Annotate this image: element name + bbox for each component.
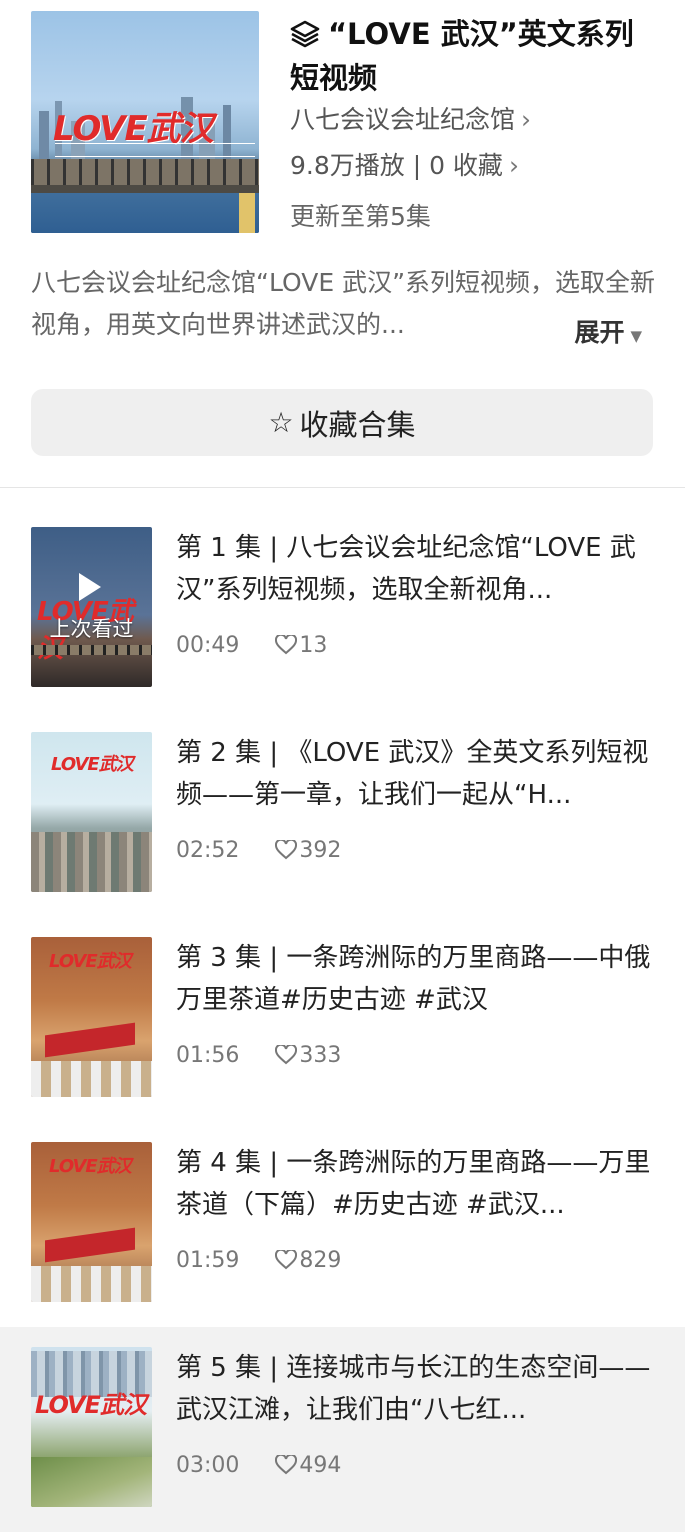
episode-likes: 829 (299, 1248, 342, 1273)
bridge-illustration (31, 645, 152, 655)
collection-title-block: “LOVE 武汉”英文系列短视频 (290, 14, 660, 98)
episode-meta: 00:49 13 (176, 633, 327, 661)
episode-likes: 333 (299, 1043, 342, 1068)
city-illustration (31, 832, 152, 892)
episode-meta: 01:59 829 (176, 1248, 341, 1276)
divider (0, 487, 685, 488)
building-illustration (31, 1266, 152, 1302)
cover-subtitle-band (55, 143, 255, 157)
episode-title: 第 3 集 | 一条跨洲际的万里商路——中俄万里茶道#历史古迹 #武汉 (176, 943, 651, 1015)
thumb-logo: LOVE武汉 (35, 1391, 147, 1419)
river-illustration (31, 193, 259, 233)
favorite-collection-button[interactable]: ☆ 收藏合集 (31, 389, 653, 456)
star-icon: ☆ (268, 406, 294, 439)
heart-icon (275, 838, 298, 866)
stats-link[interactable]: 9.8万播放 | 0 收藏 › (290, 146, 519, 182)
episode-item-current[interactable]: LOVE武汉 第 5 集 | 连接城市与长江的生态空间——武汉江滩，让我们由“八… (0, 1327, 685, 1532)
heart-icon (275, 633, 298, 661)
author-link[interactable]: 八七会议会址纪念馆 › (290, 100, 531, 136)
expand-label: 展开 (574, 318, 625, 347)
red-banner-illustration (45, 1022, 135, 1058)
play-favorite-stats: 9.8万播放 | 0 收藏 (290, 151, 503, 180)
episode-item[interactable]: LOVE武汉 上次看过 第 1 集 | 八七会议会址纪念馆“LOVE 武汉”系列… (0, 507, 685, 712)
play-icon (79, 573, 101, 601)
thumb-logo: LOVE武汉 (49, 951, 132, 972)
thumb-logo: LOVE武汉 (51, 754, 134, 775)
collection-cover[interactable]: LOVE武汉 (31, 11, 259, 233)
episode-title: 第 5 集 | 连接城市与长江的生态空间——武汉江滩，让我们由“八七红... (176, 1353, 651, 1425)
episode-thumbnail: LOVE武汉 (31, 732, 152, 892)
episode-duration: 03:00 (176, 1453, 240, 1478)
collection-description: 八七会议会址纪念馆“LOVE 武汉”系列短视频，选取全新视角，用英文向世界讲述武… (31, 262, 656, 357)
episode-thumbnail: LOVE武汉 (31, 937, 152, 1097)
red-banner-illustration (45, 1227, 135, 1263)
episode-meta: 01:56 333 (176, 1043, 341, 1071)
episode-item[interactable]: LOVE武汉 第 4 集 | 一条跨洲际的万里商路——万里茶道（下篇）#历史古迹… (0, 1122, 685, 1327)
building-illustration (31, 1061, 152, 1097)
thumb-logo: LOVE武汉 (49, 1156, 132, 1177)
update-status: 更新至第5集 (290, 202, 431, 231)
heart-icon (275, 1248, 298, 1276)
collection-title: “LOVE 武汉”英文系列短视频 (290, 17, 634, 95)
heart-icon (275, 1043, 298, 1071)
episode-likes: 494 (299, 1453, 342, 1478)
episode-item[interactable]: LOVE武汉 第 3 集 | 一条跨洲际的万里商路——中俄万里茶道#历史古迹 #… (0, 917, 685, 1122)
episode-duration: 02:52 (176, 838, 240, 863)
episode-duration: 01:59 (176, 1248, 240, 1273)
episode-likes: 13 (299, 633, 328, 658)
chevron-right-icon: › (521, 105, 532, 134)
last-watched-badge: 上次看过 (49, 617, 134, 641)
episode-item[interactable]: LOVE武汉 第 2 集 | 《LOVE 武汉》全英文系列短视频——第一章，让我… (0, 712, 685, 917)
author-name: 八七会议会址纪念馆 (290, 105, 516, 134)
episode-thumbnail: LOVE武汉 上次看过 (31, 527, 152, 687)
episode-thumbnail: LOVE武汉 (31, 1142, 152, 1302)
stack-icon (290, 18, 320, 58)
episode-title: 第 2 集 | 《LOVE 武汉》全英文系列短视频——第一章，让我们一起从“H.… (176, 738, 649, 810)
description-text: 八七会议会址纪念馆“LOVE 武汉”系列短视频，选取全新视角，用英文向世界讲述武… (31, 268, 656, 339)
bridge-illustration (31, 159, 259, 187)
expand-button[interactable]: 展开 ▼ (570, 312, 642, 357)
bridge-pillar (239, 193, 255, 233)
episode-meta: 03:00 494 (176, 1453, 341, 1481)
episode-title: 第 1 集 | 八七会议会址纪念馆“LOVE 武汉”系列短视频，选取全新视角..… (176, 533, 636, 605)
bridge-deck (31, 185, 259, 193)
episode-likes: 392 (299, 838, 342, 863)
episode-duration: 00:49 (176, 633, 240, 658)
caret-down-icon: ▼ (630, 327, 642, 345)
episode-meta: 02:52 392 (176, 838, 341, 866)
episode-thumbnail: LOVE武汉 (31, 1347, 152, 1507)
episode-title: 第 4 集 | 一条跨洲际的万里商路——万里茶道（下篇）#历史古迹 #武汉... (176, 1148, 651, 1220)
chevron-right-icon: › (508, 151, 519, 180)
favorite-button-label: 收藏合集 (299, 407, 416, 442)
park-illustration (31, 1457, 152, 1507)
heart-icon (275, 1453, 298, 1481)
episode-duration: 01:56 (176, 1043, 240, 1068)
